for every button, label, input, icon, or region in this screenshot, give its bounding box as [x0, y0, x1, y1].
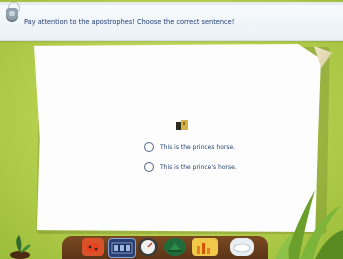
answer-option-label: This is the princes horse.	[160, 143, 236, 151]
exercise-screen: Pay attention to the apostrophes! Choose…	[0, 0, 343, 259]
banner-edge	[0, 2, 343, 5]
grass-decoration	[275, 190, 343, 259]
radio-button[interactable]	[144, 162, 154, 172]
hat-icon[interactable]	[164, 238, 186, 256]
ladybug-icon[interactable]	[82, 238, 104, 256]
speaker-icon[interactable]	[6, 8, 18, 22]
chart-icon[interactable]	[192, 238, 218, 256]
answer-option-label: This is the prince's horse.	[160, 163, 237, 171]
instruction-text: Pay attention to the apostrophes! Choose…	[24, 18, 235, 26]
instruction-banner: Pay attention to the apostrophes! Choose…	[0, 2, 343, 41]
radio-button[interactable]	[144, 142, 154, 152]
calculator-icon[interactable]	[108, 238, 136, 258]
answer-option-1[interactable]: This is the princes horse.	[144, 142, 235, 152]
speedometer-icon[interactable]	[138, 238, 158, 256]
answer-option-2[interactable]: This is the prince's horse.	[144, 162, 237, 172]
cloud-icon[interactable]	[230, 238, 254, 256]
plant-icon[interactable]	[5, 233, 35, 259]
horse-icon	[176, 120, 188, 130]
